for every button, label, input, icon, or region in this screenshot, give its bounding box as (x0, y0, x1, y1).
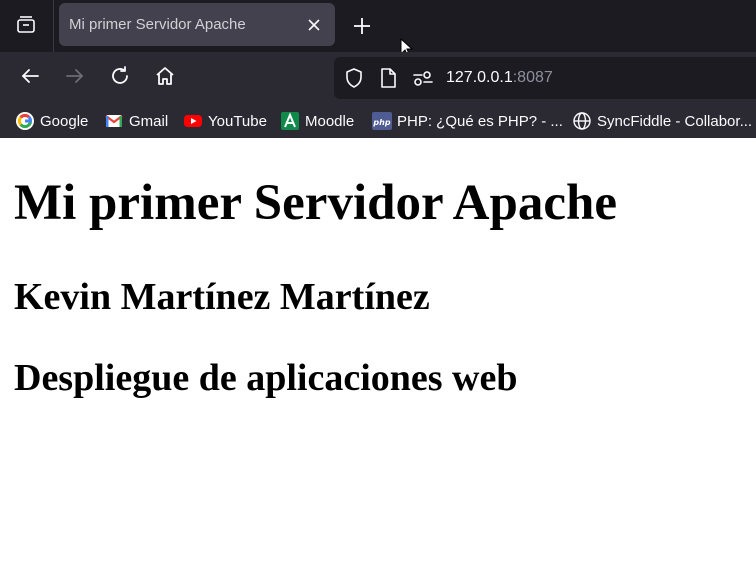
bookmarks-toolbar: Google Gmail YouTube Moodle php PHP: ¿Qu… (0, 104, 756, 138)
moodle-icon (280, 111, 300, 131)
bookmark-php[interactable]: php PHP: ¿Qué es PHP? - ... (372, 110, 563, 132)
permissions-icon[interactable] (412, 67, 434, 89)
tab-divider (53, 0, 54, 52)
url-port: :8087 (512, 69, 553, 86)
url-bar[interactable]: 127.0.0.1:8087 (334, 57, 756, 99)
tab-list-button[interactable] (0, 0, 52, 52)
tab-title: Mi primer Servidor Apache (69, 16, 246, 33)
shield-icon[interactable] (343, 67, 365, 89)
forward-button[interactable] (62, 65, 88, 91)
navigation-toolbar: 127.0.0.1:8087 (0, 52, 756, 104)
bookmark-label: PHP: ¿Qué es PHP? - ... (397, 112, 563, 130)
url-text[interactable]: 127.0.0.1:8087 (446, 69, 553, 87)
back-arrow-icon (19, 65, 41, 92)
new-tab-button[interactable] (349, 13, 375, 39)
url-host: 127.0.0.1 (446, 69, 513, 86)
bookmark-label: Google (40, 112, 89, 130)
bookmark-label: Gmail (129, 112, 169, 130)
bookmark-youtube[interactable]: YouTube (183, 110, 267, 132)
plus-icon (349, 18, 375, 43)
page-content: Mi primer Servidor Apache Kevin Martínez… (0, 138, 756, 584)
gmail-icon (104, 111, 124, 131)
page-icon[interactable] (377, 67, 399, 89)
author-heading: Kevin Martínez Martínez (14, 276, 430, 318)
google-icon (15, 111, 35, 131)
bookmark-gmail[interactable]: Gmail (104, 110, 168, 132)
tab-list-icon (15, 13, 37, 40)
globe-icon (572, 111, 592, 131)
bookmark-syncfiddle[interactable]: SyncFiddle - Collabor... (572, 110, 752, 132)
home-icon (154, 65, 176, 92)
tab-strip: Mi primer Servidor Apache (0, 0, 756, 58)
bookmark-label: YouTube (208, 112, 267, 130)
page-heading: Mi primer Servidor Apache (14, 175, 617, 231)
subject-heading: Despliegue de aplicaciones web (14, 357, 518, 399)
reload-icon (109, 65, 131, 92)
php-icon: php (372, 111, 392, 131)
bookmark-moodle[interactable]: Moodle (280, 110, 354, 132)
reload-button[interactable] (107, 65, 133, 91)
back-button[interactable] (17, 65, 43, 91)
bookmark-label: SyncFiddle - Collabor... (597, 112, 753, 130)
home-button[interactable] (152, 65, 178, 91)
close-icon[interactable] (304, 15, 324, 35)
tab-active[interactable]: Mi primer Servidor Apache (59, 3, 335, 46)
forward-arrow-icon (64, 65, 86, 92)
bookmark-google[interactable]: Google (15, 110, 88, 132)
bookmark-label: Moodle (305, 112, 355, 130)
svg-text:php: php (372, 118, 390, 127)
browser-chrome: Mi primer Servidor Apache 127.0.0.1:8087… (0, 0, 756, 138)
youtube-icon (183, 111, 203, 131)
